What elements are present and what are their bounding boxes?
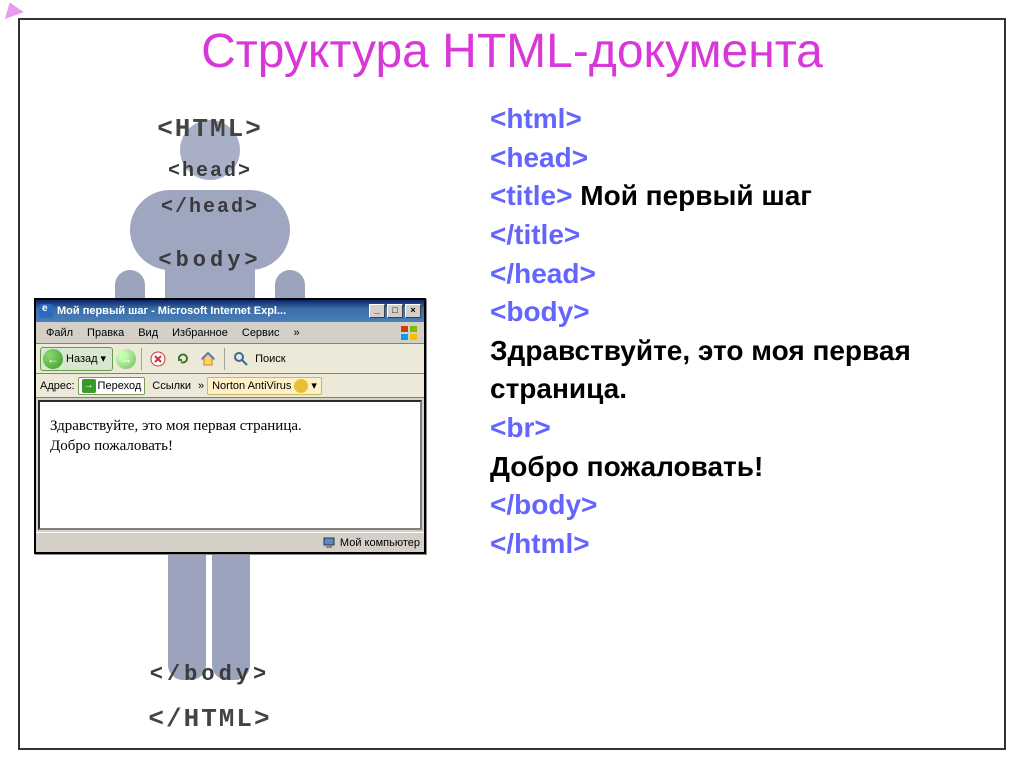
windows-logo-icon	[400, 325, 420, 341]
forward-button[interactable]: →	[116, 349, 136, 369]
search-label: Поиск	[255, 353, 285, 365]
window-title: Мой первый шаг - Microsoft Internet Expl…	[57, 305, 286, 317]
code-tag: <title>	[490, 180, 572, 211]
code-tag: </head>	[490, 258, 596, 289]
norton-label: Norton AntiVirus	[212, 380, 291, 392]
back-dropdown-icon: ▾	[101, 352, 107, 365]
titlebar[interactable]: Мой первый шаг - Microsoft Internet Expl…	[36, 300, 424, 322]
code-tag: <body>	[490, 296, 590, 327]
figure-tag-html-open: <HTML>	[60, 114, 360, 144]
cursor-icon	[0, 0, 24, 19]
stop-button[interactable]	[147, 348, 169, 370]
menu-view[interactable]: Вид	[132, 325, 164, 341]
slide-title: Структура HTML-документа	[0, 24, 1024, 79]
code-text: Здравствуйте, это моя первая страница.	[490, 335, 911, 405]
content-line-1: Здравствуйте, это моя первая страница.	[50, 416, 410, 436]
home-button[interactable]	[197, 348, 219, 370]
code-text: Добро пожаловать!	[490, 451, 763, 482]
norton-icon	[294, 379, 308, 393]
code-text: Мой первый шаг	[572, 180, 811, 211]
back-button[interactable]: ← Назад ▾	[40, 347, 113, 371]
menu-more[interactable]: »	[288, 325, 306, 341]
go-icon: →	[82, 379, 96, 393]
ie-icon	[39, 304, 53, 318]
menu-favorites[interactable]: Избранное	[166, 325, 234, 341]
toolbar-navigation: ← Назад ▾ → Поиск	[36, 344, 424, 374]
statusbar: Мой компьютер	[36, 532, 424, 552]
maximize-button[interactable]: □	[387, 304, 403, 318]
code-tag: <html>	[490, 103, 582, 134]
browser-window: Мой первый шаг - Microsoft Internet Expl…	[34, 298, 426, 554]
back-icon: ←	[43, 349, 63, 369]
figure-tag-html-close: </HTML>	[60, 704, 360, 734]
browser-content: Здравствуйте, это моя первая страница. Д…	[38, 400, 422, 530]
menu-edit[interactable]: Правка	[81, 325, 130, 341]
status-text: Мой компьютер	[340, 537, 420, 549]
code-tag: <head>	[490, 142, 588, 173]
figure-tag-body-open: <body>	[60, 248, 360, 273]
code-tag: </html>	[490, 528, 590, 559]
minimize-button[interactable]: _	[369, 304, 385, 318]
links-label[interactable]: Ссылки	[148, 380, 195, 392]
menubar: Файл Правка Вид Избранное Сервис »	[36, 322, 424, 344]
computer-icon	[322, 536, 336, 550]
menu-file[interactable]: Файл	[40, 325, 79, 341]
go-button[interactable]: →Переход	[78, 377, 146, 395]
figure-tag-head-close: </head>	[60, 196, 360, 219]
chevron-down-icon: ▾	[311, 379, 317, 392]
code-block: <html> <head> <title> Мой первый шаг </t…	[490, 100, 980, 564]
menu-tools[interactable]: Сервис	[236, 325, 286, 341]
go-label: Переход	[98, 380, 142, 392]
toolbar-address: Адрес: →Переход Ссылки » Norton AntiViru…	[36, 374, 424, 398]
close-button[interactable]: ×	[405, 304, 421, 318]
back-label: Назад	[66, 353, 98, 365]
content-line-2: Добро пожаловать!	[50, 436, 410, 456]
figure-tag-body-close: </body>	[60, 662, 360, 687]
code-tag: <br>	[490, 412, 551, 443]
address-label: Адрес:	[40, 380, 75, 392]
figure-tag-head-open: <head>	[60, 160, 360, 183]
norton-antivirus[interactable]: Norton AntiVirus ▾	[207, 377, 322, 395]
code-tag: </body>	[490, 489, 597, 520]
code-tag: </title>	[490, 219, 580, 250]
search-button[interactable]	[230, 348, 252, 370]
refresh-button[interactable]	[172, 348, 194, 370]
links-more[interactable]: »	[198, 380, 204, 392]
